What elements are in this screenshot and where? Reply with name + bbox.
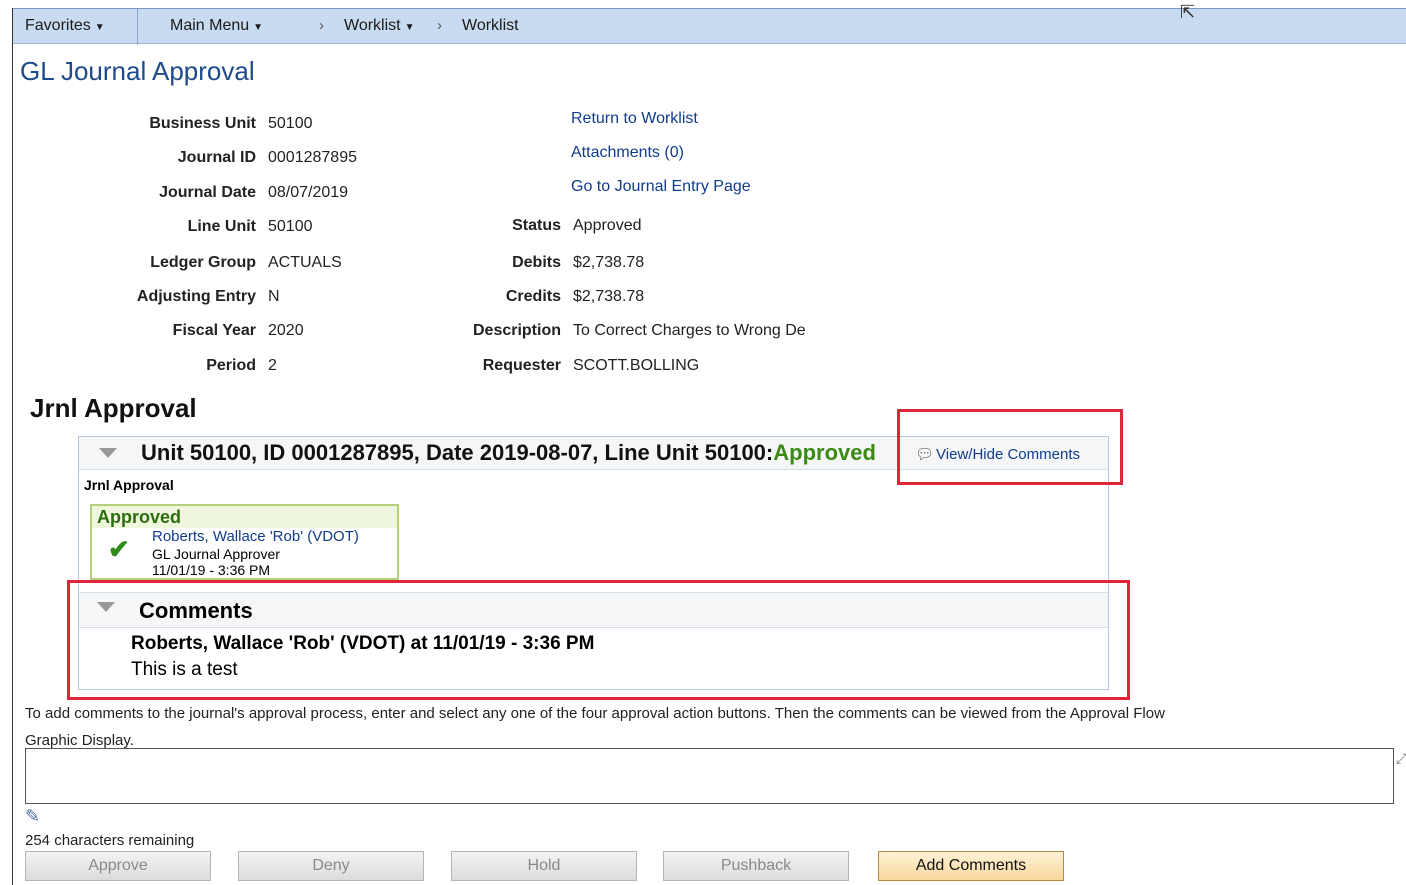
main-menu-label: Main Menu [170, 17, 250, 34]
business-unit-value: 50100 [268, 115, 313, 132]
ledger-group-label: Ledger Group [150, 254, 256, 271]
period-value: 2 [268, 357, 277, 374]
journal-entry-page-link[interactable]: Go to Journal Entry Page [571, 178, 751, 196]
approve-button[interactable]: Approve [25, 851, 211, 881]
stage-status: Approved [92, 506, 397, 528]
debits-label: Debits [512, 254, 561, 271]
approval-header-status: Approved [773, 440, 876, 465]
period-label: Period [206, 357, 256, 374]
collapse-triangle-icon[interactable] [99, 448, 117, 458]
journal-date-value: 08/07/2019 [268, 184, 349, 201]
approver-time: 11/01/19 - 3:36 PM [152, 562, 271, 578]
approver-stage-box: Approved ✔ Roberts, Wallace 'Rob' (VDOT)… [90, 504, 399, 580]
stage-label: Jrnl Approval [84, 477, 174, 493]
approval-comment-input[interactable] [25, 748, 1394, 804]
journal-id-label: Journal ID [177, 149, 256, 166]
approval-header-details: Unit 50100, ID 0001287895, Date 2019-08-… [141, 440, 774, 465]
frame-top [0, 0, 1406, 8]
description-label: Description [472, 322, 561, 339]
highlight-box-comments [67, 580, 1130, 700]
ledger-group-value: ACTUALS [268, 254, 342, 271]
help-text: To add comments to the journal's approva… [25, 705, 1165, 749]
credits-label: Credits [505, 288, 561, 305]
mouse-cursor-icon: ⇱ [1180, 2, 1196, 22]
adjusting-entry-value: N [268, 288, 280, 305]
breadcrumb-worklist[interactable]: Worklist [462, 17, 519, 35]
attachments-link[interactable]: Attachments (0) [571, 144, 684, 162]
journal-id-value: 0001287895 [268, 149, 357, 166]
chevron-down-icon: ▼ [253, 22, 264, 33]
requester-label: Requester [482, 357, 561, 374]
line-unit-value: 50100 [268, 218, 313, 235]
fiscal-year-value: 2020 [268, 322, 304, 339]
approval-section-title: Jrnl Approval [30, 393, 197, 423]
breadcrumb-worklist-menu-label: Worklist [344, 17, 401, 34]
requester-value: SCOTT.BOLLING [573, 357, 700, 374]
return-to-worklist-link[interactable]: Return to Worklist [571, 110, 698, 128]
favorites-menu[interactable]: Favorites ▼ [25, 17, 105, 35]
breadcrumb-worklist-menu[interactable]: Worklist ▼ [344, 17, 415, 35]
line-unit-label: Line Unit [187, 218, 256, 235]
status-label: Status [512, 217, 561, 234]
deny-button[interactable]: Deny [238, 851, 424, 881]
nav-divider [137, 9, 138, 45]
debits-value: $2,738.78 [573, 254, 645, 271]
favorites-label: Favorites [25, 17, 91, 34]
spell-check-icon[interactable]: ✎ [25, 806, 40, 827]
pushback-button[interactable]: Pushback [663, 851, 849, 881]
fiscal-year-label: Fiscal Year [172, 322, 256, 339]
page-left-border [12, 8, 13, 885]
approval-header-text: Unit 50100, ID 0001287895, Date 2019-08-… [141, 440, 876, 466]
chevron-down-icon: ▼ [404, 22, 415, 33]
journal-date-label: Journal Date [159, 184, 256, 201]
status-value: Approved [573, 217, 642, 234]
checkmark-icon: ✔ [108, 534, 130, 564]
page-title: GL Journal Approval [20, 56, 255, 86]
main-menu[interactable]: Main Menu ▼ [170, 17, 263, 35]
characters-remaining: 254 characters remaining [25, 832, 195, 849]
business-unit-label: Business Unit [149, 115, 256, 132]
credits-value: $2,738.78 [573, 288, 645, 305]
add-comments-button[interactable]: Add Comments [878, 851, 1064, 881]
breadcrumb-separator-icon: › [437, 17, 442, 34]
top-navigation-bar: Favorites ▼ Main Menu ▼ › Worklist ▼ › Work… [13, 8, 1406, 45]
hold-button[interactable]: Hold [451, 851, 637, 881]
expand-textarea-icon[interactable]: ⤢ [1396, 750, 1406, 767]
adjusting-entry-label: Adjusting Entry [136, 288, 256, 305]
approver-name-link[interactable]: Roberts, Wallace 'Rob' (VDOT) [152, 528, 359, 545]
chevron-down-icon: ▼ [94, 22, 105, 33]
approver-role: GL Journal Approver [152, 546, 280, 562]
highlight-box-view-hide [897, 409, 1123, 485]
breadcrumb-separator-icon: › [319, 17, 324, 34]
description-value: To Correct Charges to Wrong De [573, 322, 806, 339]
